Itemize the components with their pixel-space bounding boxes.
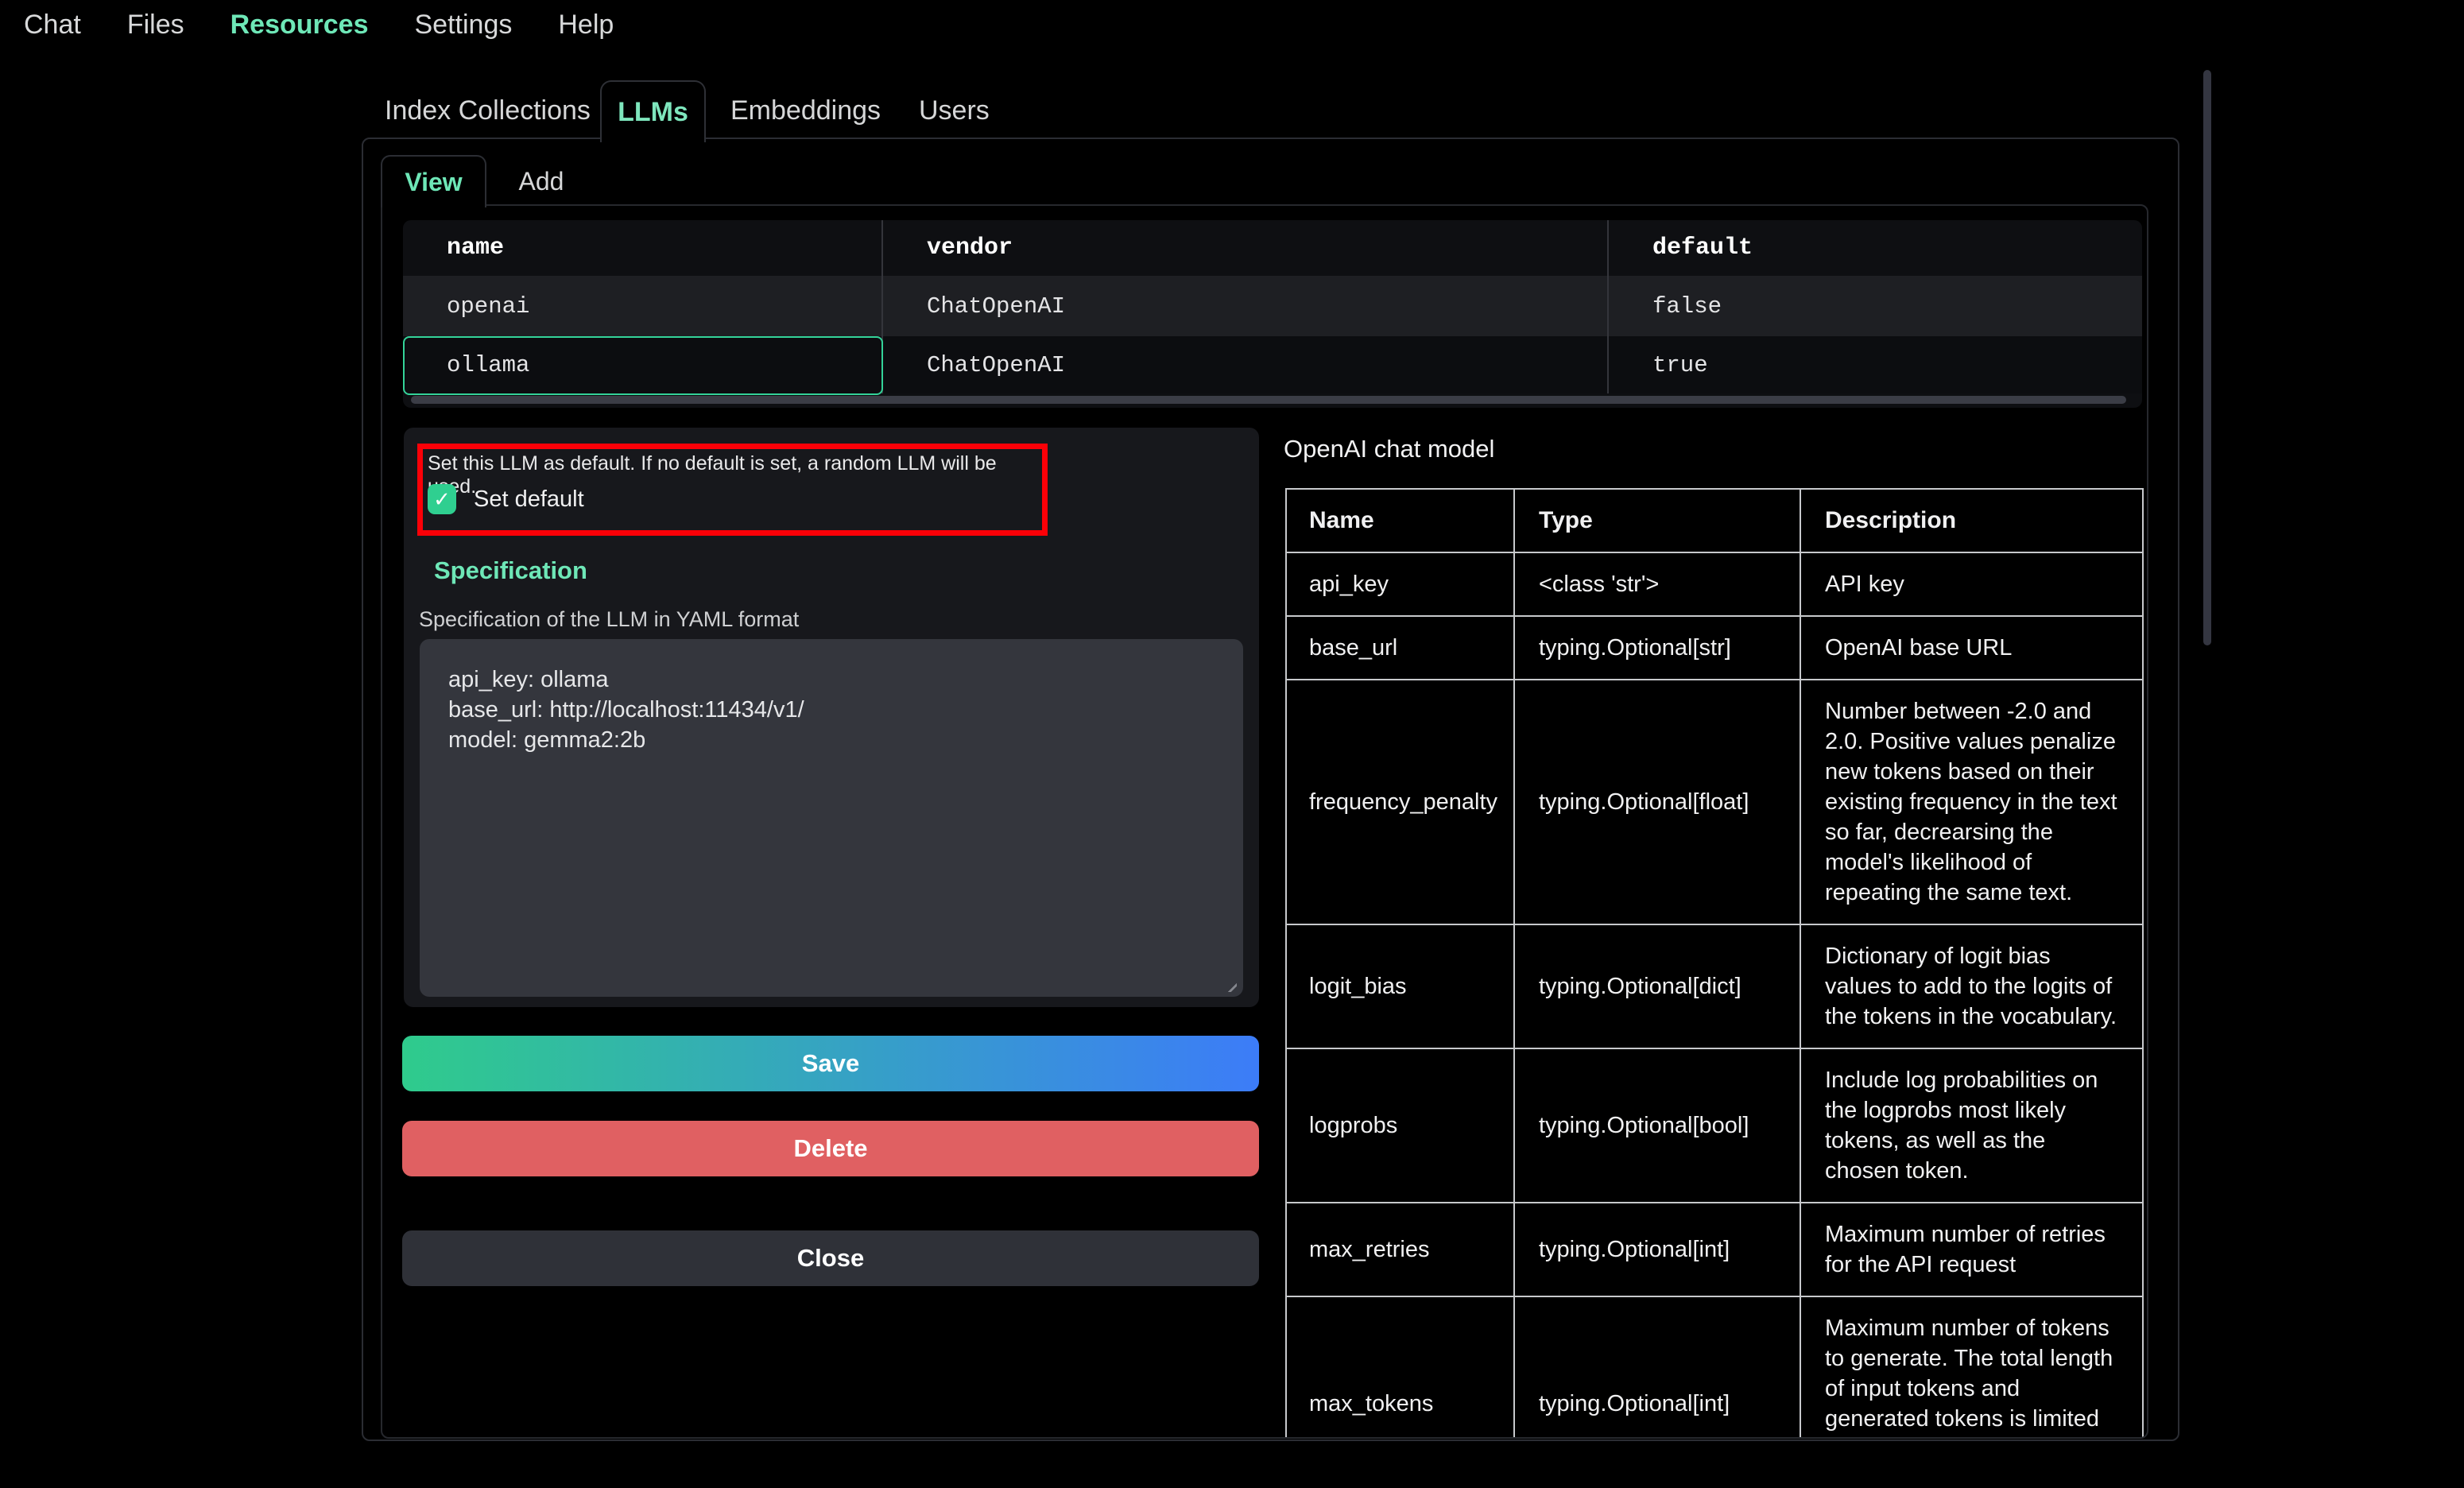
doc-param-name: base_url bbox=[1286, 616, 1514, 680]
delete-button[interactable]: Delete bbox=[402, 1121, 1259, 1176]
llm-row-openai[interactable]: openai ChatOpenAI false bbox=[403, 276, 2142, 336]
nav-item-help[interactable]: Help bbox=[558, 10, 614, 41]
set-default-control[interactable]: ✓ Set default bbox=[428, 484, 584, 514]
doc-param-name: max_retries bbox=[1286, 1203, 1514, 1296]
tab-embeddings[interactable]: Embeddings bbox=[730, 82, 881, 139]
doc-param-description: OpenAI base URL bbox=[1800, 616, 2143, 680]
nav-item-files[interactable]: Files bbox=[127, 10, 184, 41]
page-vertical-scrollbar[interactable] bbox=[2203, 70, 2211, 645]
doc-row-logit-bias: logit_bias typing.Optional[dict] Diction… bbox=[1286, 924, 2143, 1048]
specification-caption: Specification of the LLM in YAML format bbox=[419, 607, 799, 632]
top-nav: Chat Files Resources Settings Help bbox=[24, 0, 614, 49]
llm-cell-default[interactable]: false bbox=[1609, 276, 2142, 336]
doc-row-logprobs: logprobs typing.Optional[bool] Include l… bbox=[1286, 1048, 2143, 1203]
doc-param-type: typing.Optional[int] bbox=[1514, 1203, 1800, 1296]
checkmark-icon: ✓ bbox=[433, 487, 451, 512]
doc-param-description: Maximum number of tokens to generate. Th… bbox=[1800, 1296, 2143, 1439]
subtab-add[interactable]: Add bbox=[490, 157, 593, 206]
llm-col-default: default bbox=[1609, 220, 2142, 276]
llm-col-name: name bbox=[403, 220, 883, 276]
doc-header-row: Name Type Description bbox=[1286, 489, 2143, 552]
doc-param-description: Number between -2.0 and 2.0. Positive va… bbox=[1800, 680, 2143, 924]
doc-row-max-tokens: max_tokens typing.Optional[int] Maximum … bbox=[1286, 1296, 2143, 1439]
llm-cell-vendor[interactable]: ChatOpenAI bbox=[883, 276, 1609, 336]
llm-cell-vendor[interactable]: ChatOpenAI bbox=[883, 336, 1609, 393]
llm-detail-panel: Set this LLM as default. If no default i… bbox=[404, 428, 1259, 1007]
doc-param-description: Include log probabilities on the logprob… bbox=[1800, 1048, 2143, 1203]
doc-row-api-key: api_key <class 'str'> API key bbox=[1286, 552, 2143, 616]
llm-table-header: name vendor default bbox=[403, 220, 2142, 276]
yaml-spec-textarea[interactable]: api_key: ollama base_url: http://localho… bbox=[420, 639, 1243, 997]
model-doc-table: Name Type Description api_key <class 'st… bbox=[1285, 488, 2144, 1439]
doc-param-name: max_tokens bbox=[1286, 1296, 1514, 1439]
set-default-label[interactable]: Set default bbox=[474, 486, 584, 513]
set-default-checkbox[interactable]: ✓ bbox=[428, 484, 456, 514]
close-button[interactable]: Close bbox=[402, 1230, 1259, 1286]
subtab-view[interactable]: View bbox=[381, 155, 486, 207]
doc-param-description: Maximum number of retries for the API re… bbox=[1800, 1203, 2143, 1296]
tab-index-collections[interactable]: Index Collections bbox=[385, 82, 591, 139]
doc-col-type: Type bbox=[1514, 489, 1800, 552]
tab-users[interactable]: Users bbox=[919, 82, 990, 139]
specification-heading: Specification bbox=[434, 556, 587, 585]
llm-list-table: name vendor default openai ChatOpenAI fa… bbox=[403, 220, 2142, 408]
doc-param-type: typing.Optional[dict] bbox=[1514, 924, 1800, 1048]
doc-param-type: typing.Optional[int] bbox=[1514, 1296, 1800, 1439]
doc-param-type: <class 'str'> bbox=[1514, 552, 1800, 616]
doc-param-type: typing.Optional[bool] bbox=[1514, 1048, 1800, 1203]
doc-row-frequency-penalty: frequency_penalty typing.Optional[float]… bbox=[1286, 680, 2143, 924]
doc-row-max-retries: max_retries typing.Optional[int] Maximum… bbox=[1286, 1203, 2143, 1296]
llm-cell-name[interactable]: openai bbox=[403, 276, 883, 336]
doc-param-name: api_key bbox=[1286, 552, 1514, 616]
doc-param-type: typing.Optional[float] bbox=[1514, 680, 1800, 924]
doc-param-name: frequency_penalty bbox=[1286, 680, 1514, 924]
model-doc-title: OpenAI chat model bbox=[1284, 435, 1494, 463]
nav-item-settings[interactable]: Settings bbox=[415, 10, 513, 41]
llm-cell-default[interactable]: true bbox=[1609, 336, 2142, 393]
tab-llms[interactable]: LLMs bbox=[600, 80, 706, 142]
llm-col-vendor: vendor bbox=[883, 220, 1609, 276]
llm-cell-name[interactable]: ollama bbox=[403, 336, 883, 393]
doc-param-type: typing.Optional[str] bbox=[1514, 616, 1800, 680]
save-button[interactable]: Save bbox=[402, 1036, 1259, 1091]
nav-item-resources[interactable]: Resources bbox=[231, 10, 369, 41]
nav-item-chat[interactable]: Chat bbox=[24, 10, 81, 41]
llm-row-ollama[interactable]: ollama ChatOpenAI true bbox=[403, 336, 2142, 393]
view-tab-panel: name vendor default openai ChatOpenAI fa… bbox=[381, 204, 2148, 1439]
doc-param-name: logprobs bbox=[1286, 1048, 1514, 1203]
doc-param-name: logit_bias bbox=[1286, 924, 1514, 1048]
doc-row-base-url: base_url typing.Optional[str] OpenAI bas… bbox=[1286, 616, 2143, 680]
annotation-red-box: Set this LLM as default. If no default i… bbox=[417, 444, 1048, 536]
doc-col-name: Name bbox=[1286, 489, 1514, 552]
doc-param-description: API key bbox=[1800, 552, 2143, 616]
table-horizontal-scrollbar[interactable] bbox=[411, 396, 2126, 404]
doc-param-description: Dictionary of logit bias values to add t… bbox=[1800, 924, 2143, 1048]
doc-col-description: Description bbox=[1800, 489, 2143, 552]
